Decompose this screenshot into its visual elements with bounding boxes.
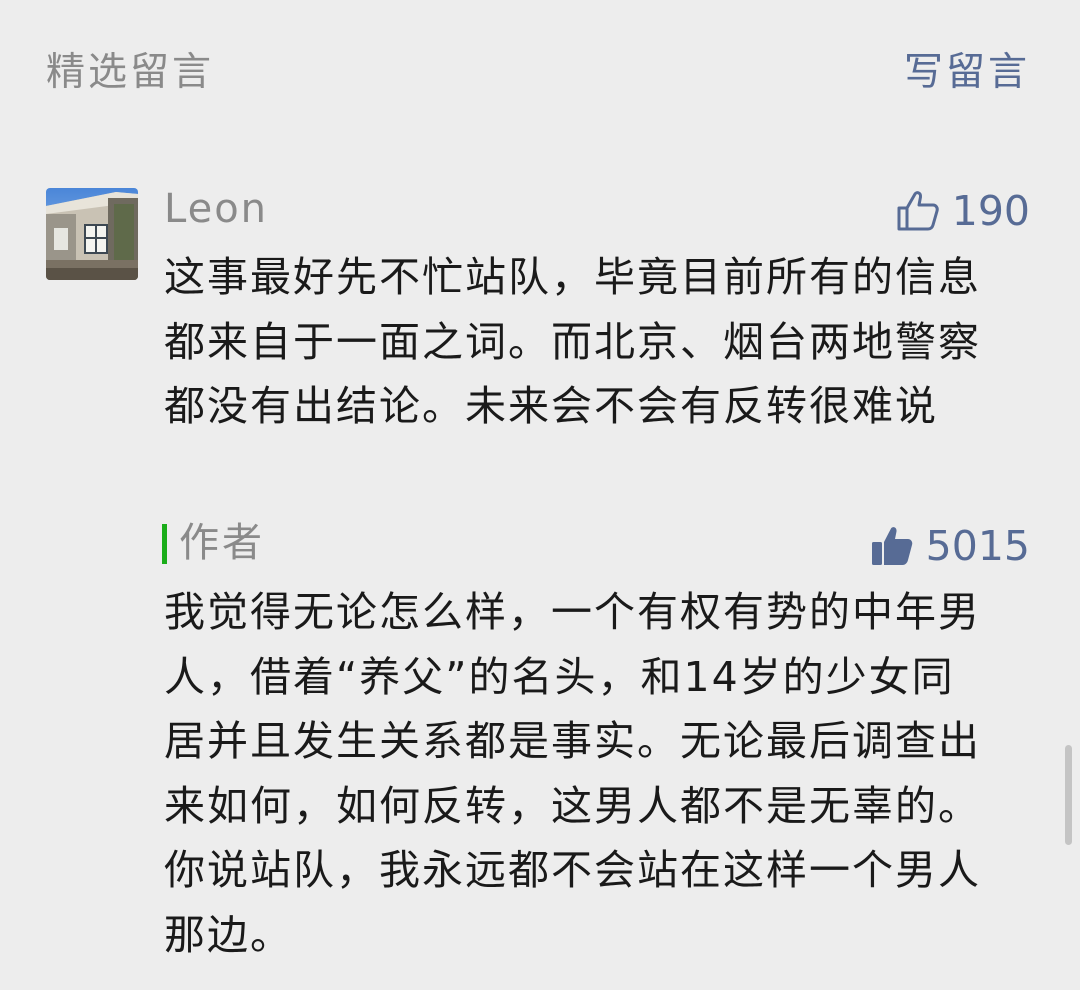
comment-like-button[interactable]: 190: [896, 186, 1030, 236]
avatar[interactable]: [46, 188, 138, 280]
thumbs-up-outline-icon: [897, 191, 939, 231]
thumbs-up-filled-icon: [871, 527, 912, 565]
section-title: 精选留言: [46, 50, 215, 95]
author-reply-marker: [162, 524, 167, 564]
write-comment-button[interactable]: 写留言: [904, 46, 1030, 100]
comment-like-count: 190: [951, 187, 1030, 235]
author-label: 作者: [179, 520, 265, 566]
scrollbar[interactable]: [1065, 745, 1072, 845]
reply-like-count: 5015: [925, 522, 1030, 570]
reply-text: 我觉得无论怎么样，一个有权有势的中年男人，借着“养父”的名头，和14岁的少女同居…: [164, 588, 981, 959]
comment-username[interactable]: Leon: [164, 183, 268, 235]
reply-like-button[interactable]: 5015: [870, 521, 1030, 571]
comment-text: 这事最好先不忙站队，毕竟目前所有的信息都来自于一面之词。而北京、烟台两地警察都没…: [164, 253, 981, 430]
